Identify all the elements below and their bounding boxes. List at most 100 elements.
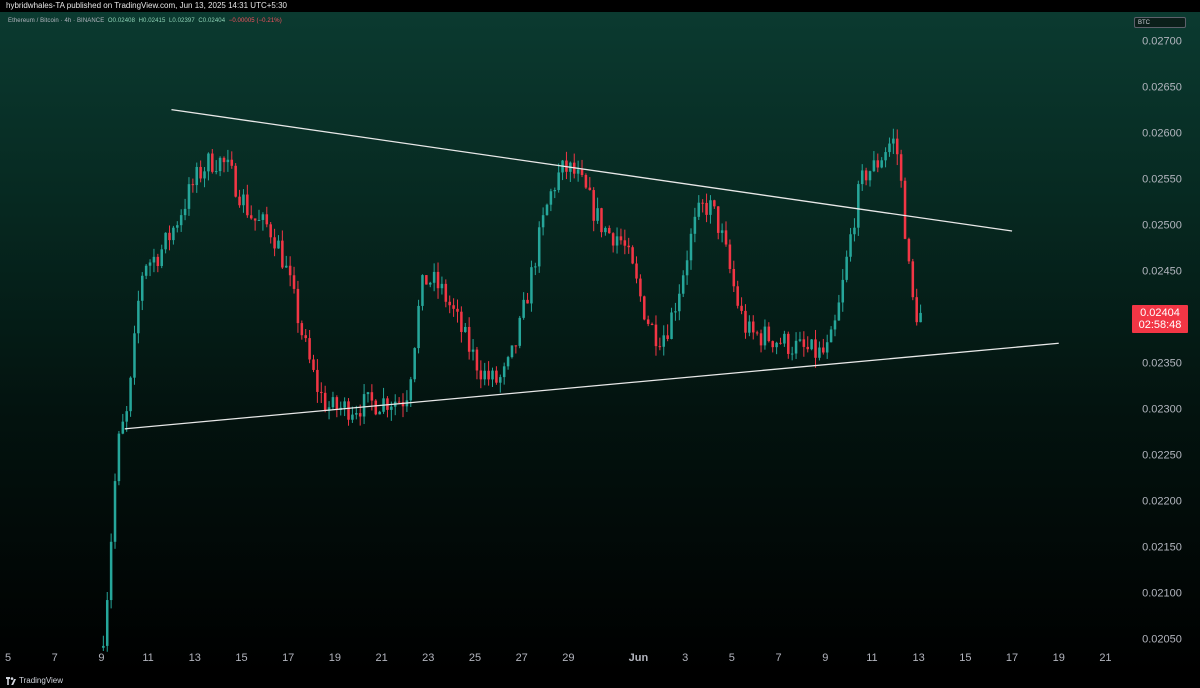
x-tick-label: 9 (822, 652, 828, 664)
trendline-lower (124, 342, 1059, 430)
candle-body (203, 171, 206, 179)
x-tick-label: 21 (375, 652, 387, 664)
candle-body (522, 299, 525, 318)
candle-body (479, 370, 483, 380)
candle-body (845, 256, 848, 280)
candle-body (678, 293, 681, 312)
candle-body (755, 332, 759, 334)
candle-body (833, 320, 837, 330)
candle-body (674, 311, 677, 313)
x-tick-label: 11 (142, 652, 153, 664)
candle-body (864, 170, 868, 181)
candle-body (763, 326, 767, 346)
candle-body (549, 191, 553, 205)
candle-body (903, 180, 907, 239)
candle-body (176, 225, 179, 228)
candle-body (526, 299, 529, 304)
candle-body (148, 262, 152, 266)
currency-badge[interactable]: BTC (1134, 17, 1186, 28)
x-tick-label: 17 (1006, 652, 1018, 664)
candle-body (308, 338, 311, 360)
candle-body (790, 353, 794, 355)
candle-body (168, 232, 171, 241)
candle-body (129, 377, 132, 412)
candle-body (467, 326, 471, 352)
candle-body (611, 233, 615, 246)
candle-body (724, 230, 728, 245)
x-tick-label: 7 (52, 652, 58, 664)
x-tick-label: 7 (775, 652, 781, 664)
candle-body (117, 433, 121, 482)
candle-body (779, 342, 782, 344)
candle-body (187, 184, 191, 209)
candle-body (701, 202, 704, 204)
candle-body (277, 240, 280, 249)
candle-body (713, 200, 716, 207)
candle-body (693, 216, 697, 234)
candle-body (783, 333, 786, 344)
candle-body (102, 645, 105, 648)
x-tick-label: 19 (1053, 652, 1065, 664)
candle-body (685, 260, 689, 276)
candle-body (218, 157, 222, 172)
candle-body (888, 143, 891, 153)
y-tick-label: 0.02250 (1142, 450, 1182, 462)
candle-body (654, 324, 658, 347)
tradingview-logo-icon (6, 677, 16, 685)
chart-area[interactable]: 0.02050 0.02100 0.02150 0.02200 0.02250 0.023… (0, 12, 1200, 674)
candle-body (296, 288, 300, 324)
candle-body (292, 275, 296, 289)
candle-body (183, 208, 187, 216)
candle-body (716, 206, 720, 233)
candle-body (452, 305, 455, 309)
candle-body (662, 335, 666, 347)
candle-body (390, 406, 393, 410)
candle-body (261, 214, 265, 220)
candle-body (911, 261, 915, 298)
candle-body (884, 152, 887, 161)
candle-body (413, 348, 416, 380)
candle-body (436, 271, 440, 289)
candle-body (767, 326, 771, 342)
candle-body (179, 215, 183, 226)
candle-body (378, 411, 381, 415)
candle-body (249, 215, 253, 219)
candle-body (242, 194, 245, 206)
legend-close: C0.02404 (198, 18, 226, 24)
candle-body (744, 310, 747, 333)
candle-body (265, 214, 269, 225)
candle-body (740, 305, 743, 311)
legend-open: O0.02408 (107, 18, 136, 24)
candle-body (837, 302, 841, 321)
y-tick-label: 0.02150 (1142, 542, 1182, 554)
candle-body (720, 230, 724, 233)
candle-body (144, 265, 148, 276)
candle-body (849, 234, 852, 257)
candle-body (432, 271, 436, 283)
candle-body (895, 138, 899, 155)
candle-body (428, 282, 432, 285)
candle-body (557, 172, 560, 190)
x-tick-label: 5 (5, 652, 11, 664)
candle-body (105, 600, 109, 646)
candle-body (514, 345, 518, 347)
candle-body (841, 279, 845, 303)
candle-body (191, 184, 195, 186)
price-chart[interactable]: 0.02050 0.02100 0.02150 0.02200 0.02250 0.023… (0, 12, 1200, 674)
x-tick-label: 3 (682, 652, 688, 664)
symbol-name[interactable]: Ethereum / Bitcoin · 4h · BINANCE (8, 18, 104, 24)
candle-body (872, 160, 876, 172)
legend-low: L0.02397 (168, 18, 195, 24)
candle-body (222, 157, 226, 163)
candle-body (370, 392, 374, 401)
candle-body (534, 266, 537, 268)
x-tick-label: 27 (516, 652, 528, 664)
candle-body (868, 171, 872, 181)
candle-body (238, 196, 241, 206)
candle-body (829, 329, 833, 343)
candle-body (464, 326, 467, 332)
candle-body (113, 481, 117, 542)
candle-body (736, 286, 739, 306)
candle-body (121, 421, 125, 434)
candle-body (281, 240, 284, 268)
